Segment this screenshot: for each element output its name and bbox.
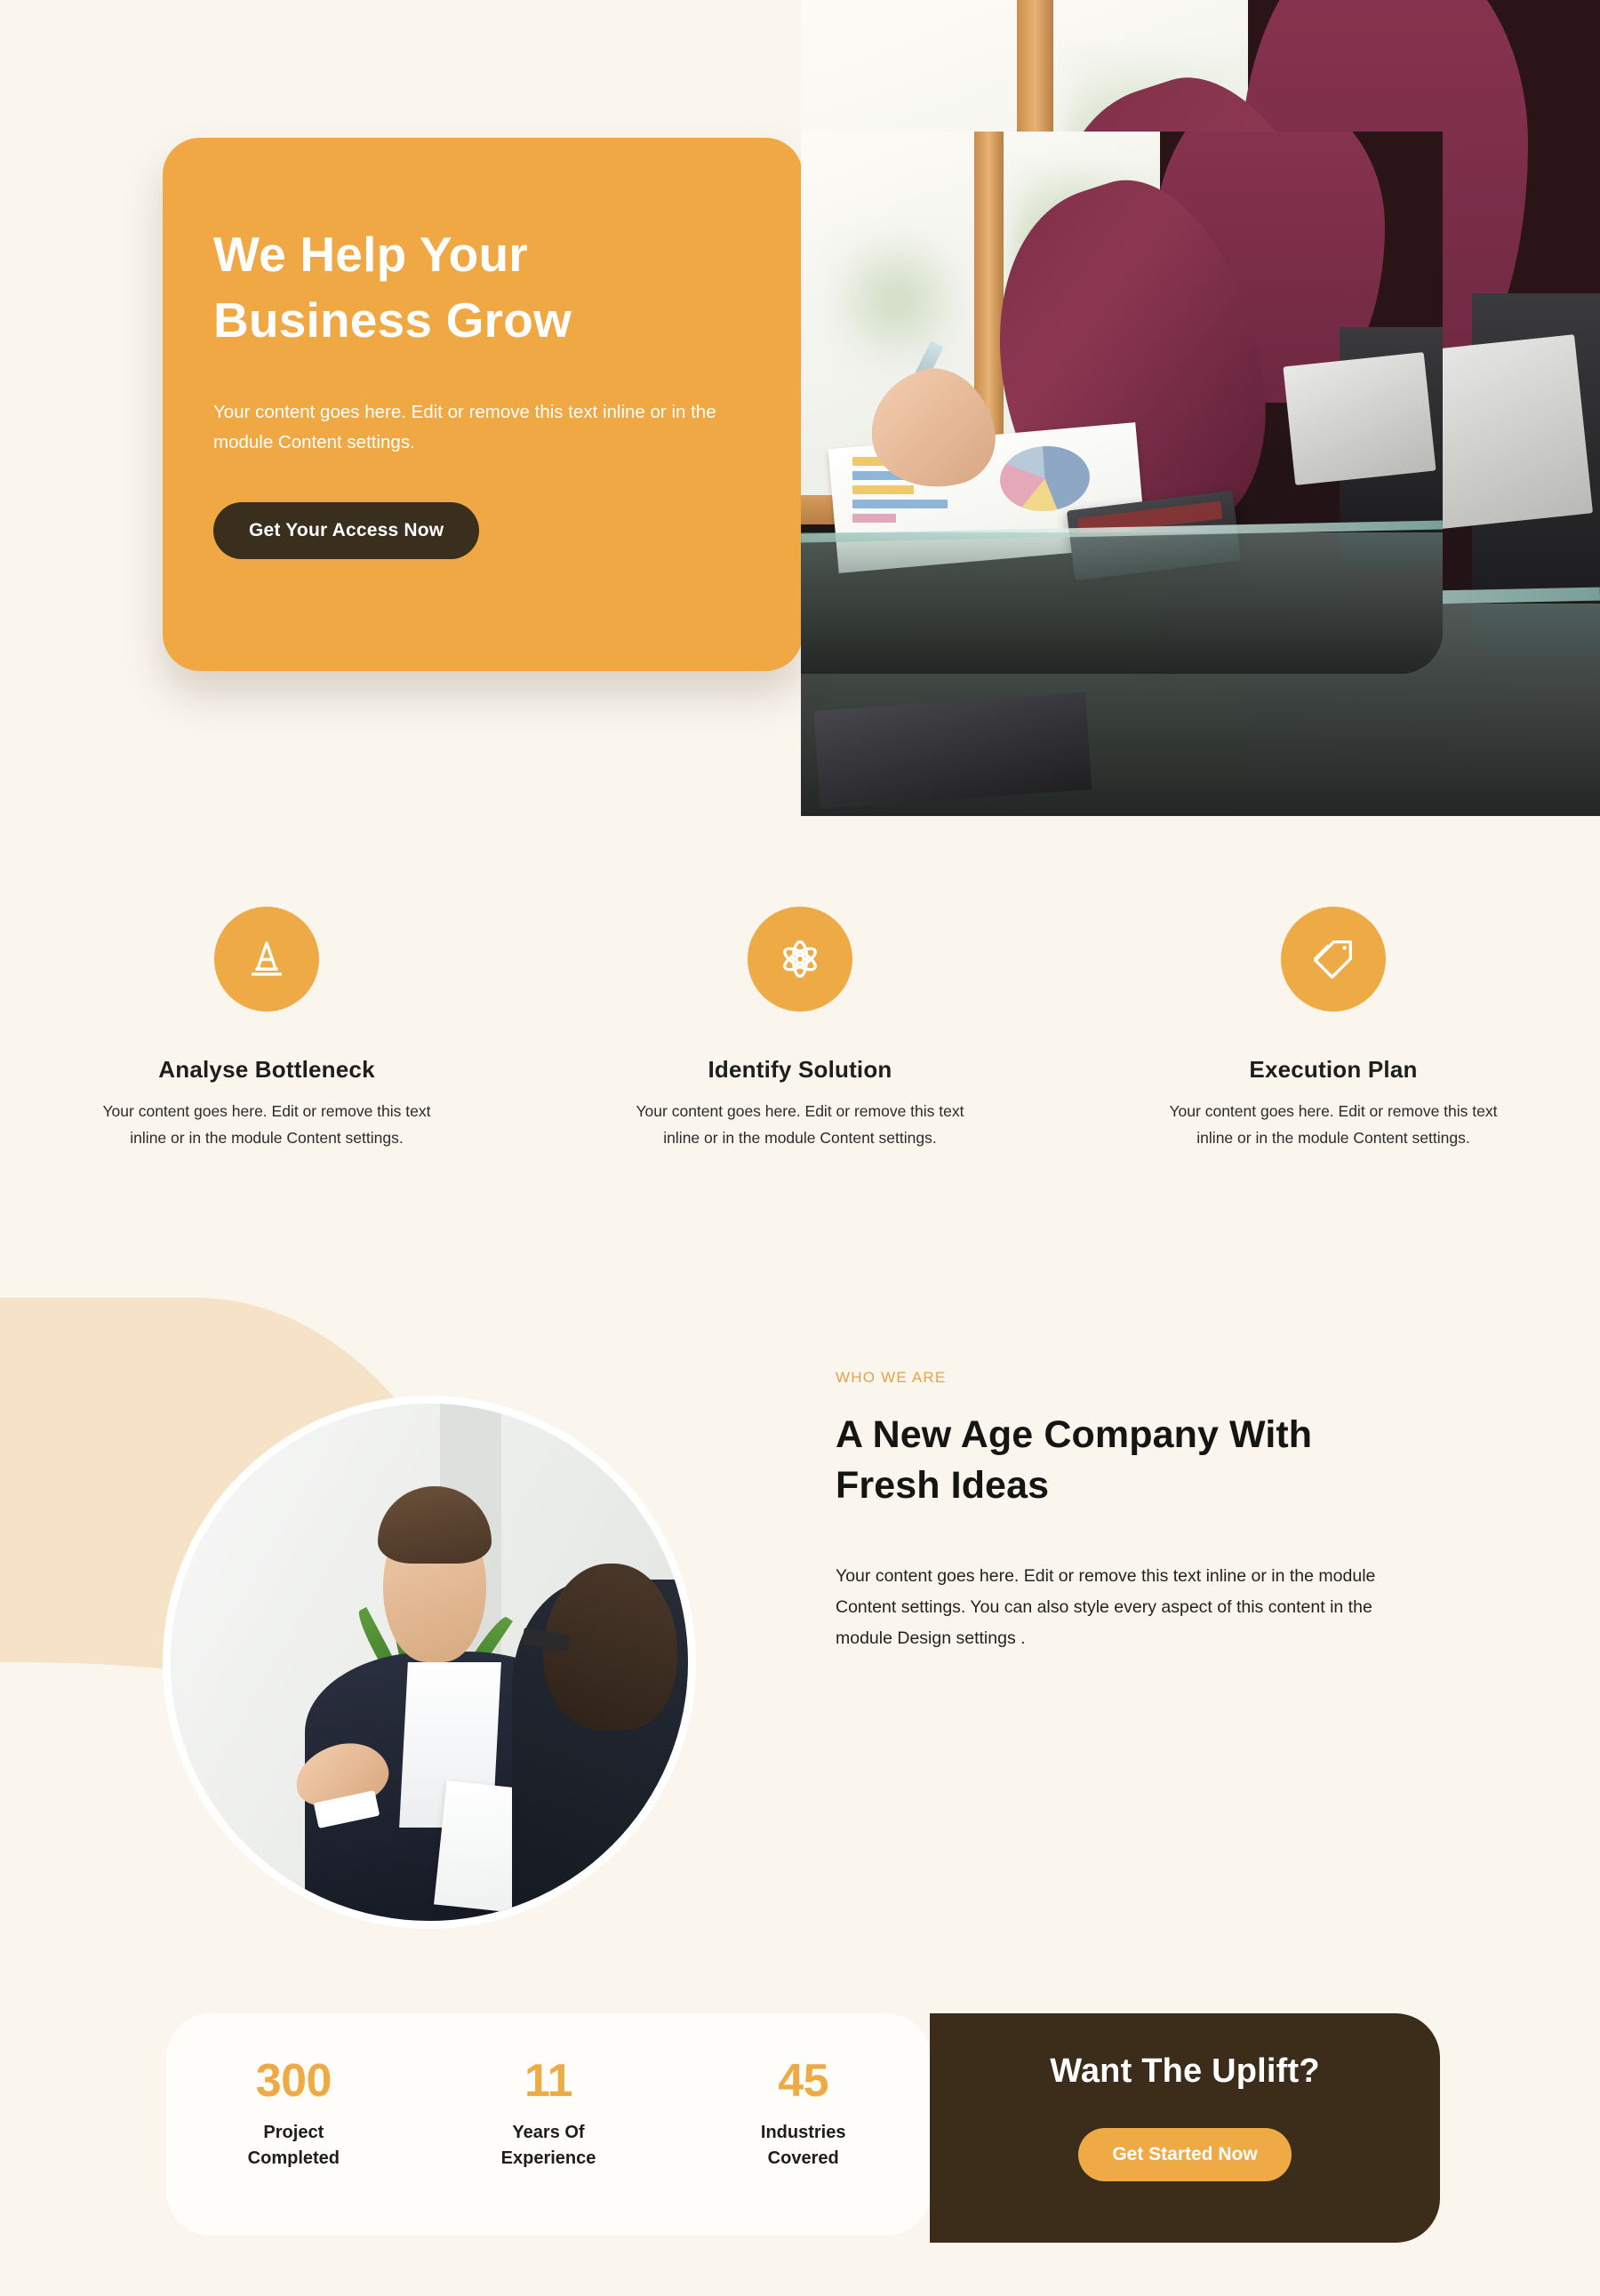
get-started-button[interactable]: Get Started Now: [1078, 2128, 1292, 2181]
page-title: We Help Your Business Grow: [213, 222, 749, 353]
atom-icon: [748, 907, 852, 1012]
who-title-line-1: A New Age Company With: [836, 1413, 1313, 1456]
stat-label-line-1: Industries: [760, 2123, 846, 2142]
cta-panel: Want The Uplift? Get Started Now: [930, 2013, 1440, 2243]
hero-subtitle: Your content goes here. Edit or remove t…: [213, 402, 716, 453]
stat-number: 300: [255, 2055, 332, 2107]
stat-item-projects: 300 Project Completed: [166, 2054, 421, 2172]
stat-label: Project Completed: [166, 2120, 421, 2172]
stat-item-industries: 45 Industries Covered: [676, 2054, 931, 2172]
stat-label-line-1: Years Of: [512, 2123, 585, 2142]
feature-title: Analyse Bottleneck: [158, 1056, 375, 1083]
feature-card-execution-plan: Execution Plan Your content goes here. E…: [1067, 907, 1600, 1200]
get-access-button[interactable]: Get Your Access Now: [213, 502, 480, 559]
desk-scene-illustration-inset: [801, 132, 1443, 674]
features-section: Analyse Bottleneck Your content goes her…: [0, 907, 1600, 1200]
who-we-are-eyebrow: WHO WE ARE: [836, 1369, 947, 1386]
hero-title-line-2: Business Grow: [213, 292, 572, 348]
stat-label-line-2: Covered: [767, 2148, 839, 2168]
feature-text: Your content goes here. Edit or remove t…: [1169, 1102, 1498, 1148]
stat-label-line-2: Completed: [247, 2148, 340, 2168]
traffic-cone-icon: [214, 907, 319, 1012]
who-we-are-section: WHO WE ARE A New Age Company With Fresh …: [0, 1280, 1600, 2027]
price-tag-icon: [1281, 907, 1386, 1012]
stat-label: Industries Covered: [676, 2120, 931, 2172]
meeting-scene-illustration: [171, 1404, 688, 1921]
stat-number: 11: [524, 2055, 572, 2107]
who-we-are-body: Your content goes here. Edit or remove t…: [836, 1566, 1376, 1648]
who-we-are-title: A New Age Company With Fresh Ideas: [836, 1410, 1458, 1511]
who-we-are-photo: [163, 1396, 696, 1929]
stats-card: 300 Project Completed 11 Years Of Experi…: [166, 2013, 931, 2236]
stat-item-experience: 11 Years Of Experience: [421, 2054, 676, 2172]
who-title-line-2: Fresh Ideas: [836, 1464, 1050, 1508]
hero-section: We Help Your Business Grow Your content …: [0, 0, 1600, 827]
hero-inset-photo: [801, 132, 1443, 674]
feature-card-identify-solution: Identify Solution Your content goes here…: [533, 907, 1067, 1200]
hero-card: We Help Your Business Grow Your content …: [163, 138, 803, 671]
stat-label-line-1: Project: [263, 2123, 324, 2142]
stat-label: Years Of Experience: [421, 2120, 676, 2172]
hero-title-line-1: We Help Your: [213, 227, 528, 282]
cta-title: Want The Uplift?: [1050, 2052, 1320, 2090]
stats-and-cta-section: 300 Project Completed 11 Years Of Experi…: [0, 2013, 1600, 2244]
feature-text: Your content goes here. Edit or remove t…: [102, 1102, 431, 1148]
feature-card-analyse-bottleneck: Analyse Bottleneck Your content goes her…: [0, 907, 533, 1200]
feature-text: Your content goes here. Edit or remove t…: [636, 1102, 964, 1148]
stat-label-line-2: Experience: [500, 2148, 596, 2168]
feature-title: Identify Solution: [708, 1056, 892, 1083]
stat-number: 45: [778, 2055, 829, 2107]
feature-title: Execution Plan: [1249, 1056, 1418, 1083]
